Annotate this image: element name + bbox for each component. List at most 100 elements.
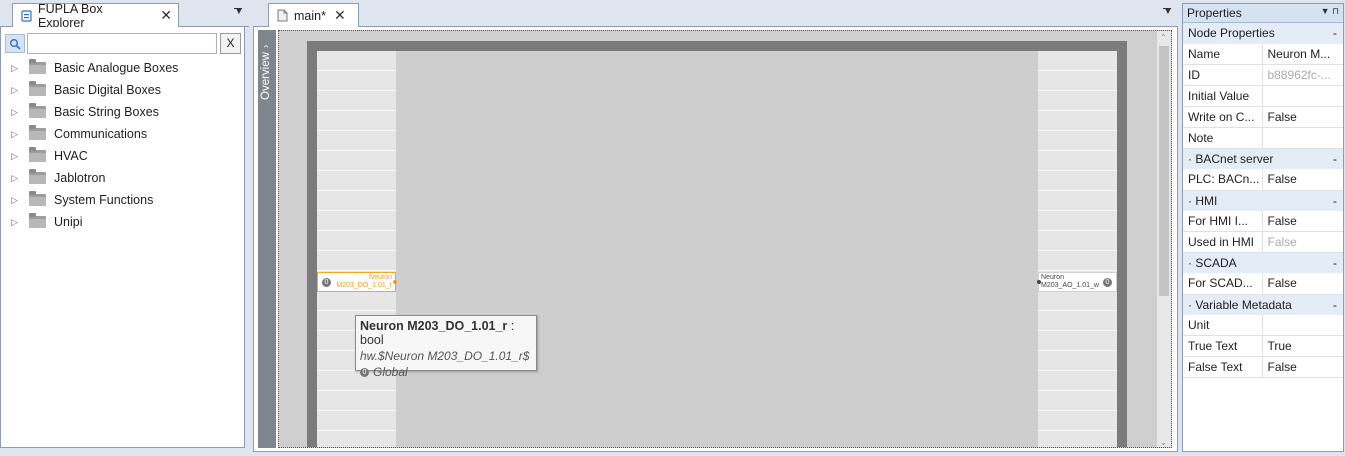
canvas-vertical-scrollbar[interactable]: ⌃ ⌄ (1157, 31, 1171, 447)
property-key: Unit (1183, 314, 1263, 336)
folder-icon (29, 213, 46, 228)
property-value[interactable]: Neuron M... (1262, 43, 1343, 65)
variable-tooltip: Neuron M203_DO_1.01_r : bool hw.$Neuron … (355, 315, 537, 379)
tree-item-label: Unipi (54, 215, 83, 229)
explorer-body: X ▷ Basic Analogue Boxes ▷ Basic Digital… (0, 27, 245, 448)
property-value[interactable]: True (1262, 335, 1343, 357)
property-row[interactable]: For SCAD... False (1183, 273, 1343, 295)
property-value[interactable]: False (1262, 210, 1343, 232)
scrollbar-thumb[interactable] (1159, 46, 1169, 296)
input-block[interactable]: 0 Neuron M203_DO_1.01_r (317, 272, 397, 292)
section-variable-metadata[interactable]: · Variable Metadata - (1183, 294, 1343, 315)
panel-menu-chevron-icon[interactable]: ▼ (234, 6, 244, 17)
scroll-up-icon[interactable]: ⌃ (1160, 33, 1167, 42)
property-value[interactable]: False (1262, 169, 1343, 191)
tree-item-communications[interactable]: ▷ Communications (1, 123, 244, 145)
tooltip-scope: 0 Global (360, 365, 532, 379)
tab-main[interactable]: main* ✕ (268, 3, 359, 27)
property-row[interactable]: For HMI I... False (1183, 210, 1343, 232)
section-hmi[interactable]: · HMI - (1183, 190, 1343, 211)
input-block-line2: M203_DO_1.01_r (336, 282, 392, 289)
search-input[interactable] (27, 33, 217, 54)
property-key: Write on C... (1183, 106, 1263, 128)
tree-item-basic-analogue-boxes[interactable]: ▷ Basic Analogue Boxes (1, 57, 244, 79)
input-connector[interactable] (393, 280, 397, 284)
explorer-tabstrip: FUPLA Box Explorer ✕ ▼ (0, 0, 249, 30)
tree-item-hvac[interactable]: ▷ HVAC (1, 145, 244, 167)
tree-item-unipi[interactable]: ▷ Unipi (1, 211, 244, 233)
property-row[interactable]: Write on C... False (1183, 106, 1343, 128)
expand-chevron-icon[interactable]: ▷ (11, 173, 21, 184)
property-value[interactable] (1262, 314, 1343, 336)
expand-chevron-icon[interactable]: ▷ (11, 129, 21, 140)
property-row[interactable]: Initial Value (1183, 85, 1343, 107)
collapse-icon[interactable]: - (1333, 194, 1337, 208)
tree-item-basic-string-boxes[interactable]: ▷ Basic String Boxes (1, 101, 244, 123)
property-row[interactable]: PLC: BACn... False (1183, 169, 1343, 191)
property-row[interactable]: Unit (1183, 314, 1343, 336)
scope-number-badge: 0 (360, 367, 369, 377)
overview-text: Overview (260, 52, 272, 100)
fupla-canvas[interactable]: 0 Neuron M203_DO_1.01_r Neuron M203_AO_1… (278, 30, 1172, 448)
tree-item-label: Communications (54, 127, 148, 141)
input-column[interactable] (317, 51, 396, 447)
tree-item-label: Jablotron (54, 171, 106, 185)
tree-item-label: HVAC (54, 149, 88, 163)
property-key: For SCAD... (1183, 273, 1263, 295)
pin-icon[interactable]: ▼ ⊓ (1321, 6, 1339, 17)
expand-chevron-icon[interactable]: ▷ (11, 63, 21, 74)
explorer-tab-label: FUPLA Box Explorer (37, 1, 103, 30)
expand-chevron-icon[interactable]: ▷ (11, 107, 21, 118)
output-block-name: Neuron M203_AO_1.01_w (1041, 274, 1099, 290)
page-area[interactable]: 0 Neuron M203_DO_1.01_r Neuron M203_AO_1… (317, 51, 1117, 447)
property-value[interactable]: b88962fc-... (1262, 64, 1343, 86)
close-icon[interactable]: ✕ (160, 7, 172, 24)
search-options-icon[interactable] (5, 34, 25, 53)
section-bacnet-server[interactable]: · BACnet server - (1183, 148, 1343, 169)
collapse-icon[interactable]: - (1333, 298, 1337, 312)
tree-item-system-functions[interactable]: ▷ System Functions (1, 189, 244, 211)
overview-label: Overview › (260, 34, 272, 100)
property-row[interactable]: ID b88962fc-... (1183, 64, 1343, 86)
property-row[interactable]: True Text True (1183, 335, 1343, 357)
collapse-icon[interactable]: - (1333, 152, 1337, 166)
folder-icon (29, 169, 46, 184)
property-value[interactable] (1262, 127, 1343, 149)
close-icon[interactable]: ✕ (334, 7, 346, 24)
property-value[interactable]: False (1262, 356, 1343, 378)
document-menu-chevron-icon[interactable]: ▼ (1163, 6, 1173, 17)
property-row[interactable]: False Text False (1183, 356, 1343, 378)
property-row[interactable]: Note (1183, 127, 1343, 149)
output-column[interactable] (1038, 51, 1117, 447)
expand-chevron-icon[interactable]: ▷ (11, 85, 21, 96)
section-scada[interactable]: · SCADA - (1183, 252, 1343, 273)
collapse-icon[interactable]: - (1333, 26, 1337, 40)
tab-fupla-box-explorer[interactable]: FUPLA Box Explorer ✕ (12, 1, 179, 30)
section-title: BACnet server (1195, 152, 1274, 166)
expand-chevron-icon[interactable]: ▷ (11, 195, 21, 206)
section-title: SCADA (1195, 256, 1237, 270)
section-node-properties[interactable]: Node Properties - (1183, 23, 1343, 44)
expand-chevron-icon[interactable]: ▷ (11, 151, 21, 162)
property-row[interactable]: Used in HMI False (1183, 231, 1343, 253)
property-row[interactable]: Name Neuron M... (1183, 43, 1343, 65)
property-value[interactable]: False (1262, 273, 1343, 295)
property-value[interactable]: False (1262, 106, 1343, 128)
tree-item-basic-digital-boxes[interactable]: ▷ Basic Digital Boxes (1, 79, 244, 101)
tree-item-label: Basic Analogue Boxes (54, 61, 179, 75)
overview-toggle[interactable]: Overview › (258, 30, 276, 448)
tree-item-label: Basic String Boxes (54, 105, 159, 119)
collapse-icon[interactable]: - (1333, 256, 1337, 270)
property-key: Note (1183, 127, 1263, 149)
folder-icon (29, 125, 46, 140)
document-body: Overview › 0 Neuron M203_DO_1.01_r Neuro… (253, 27, 1178, 452)
expand-chevron-icon[interactable]: ▷ (11, 217, 21, 228)
properties-header: Properties ▼ ⊓ (1183, 4, 1343, 23)
tree-item-jablotron[interactable]: ▷ Jablotron (1, 167, 244, 189)
scroll-down-icon[interactable]: ⌄ (1160, 438, 1167, 447)
clear-search-button[interactable]: X (220, 33, 241, 54)
property-value[interactable] (1262, 85, 1343, 107)
tooltip-variable-name: Neuron M203_DO_1.01_r (360, 319, 508, 333)
output-block[interactable]: Neuron M203_AO_1.01_w 0 (1037, 272, 1117, 292)
section-title: Node Properties (1188, 26, 1275, 41)
